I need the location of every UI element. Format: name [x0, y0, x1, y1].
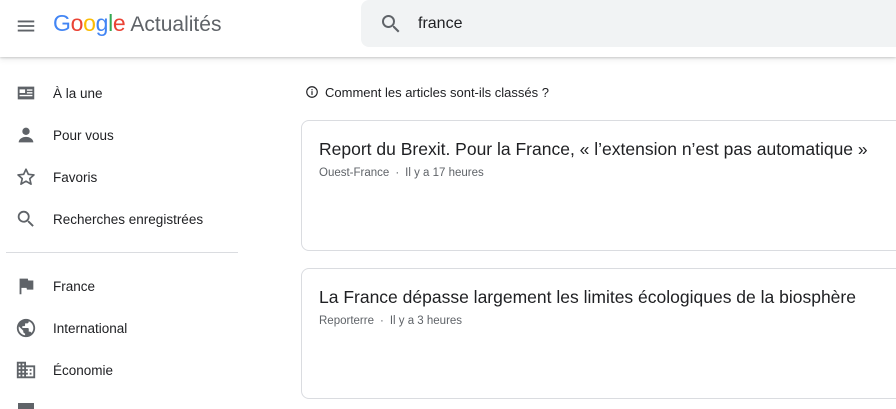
sidebar-divider [6, 252, 238, 253]
sidebar-item-economie[interactable]: Économie [0, 349, 240, 391]
ranking-info-text: Comment les articles sont-ils classés ? [325, 84, 549, 100]
logo-letter: e [112, 10, 126, 36]
article-time: Il y a 3 heures [389, 315, 463, 327]
ranking-info-link[interactable]: Comment les articles sont-ils classés ? [305, 83, 549, 101]
sidebar-item-label: À la une [53, 85, 103, 101]
article-source[interactable]: Reporterre [319, 315, 374, 327]
hamburger-menu-icon [17, 20, 35, 32]
article-title[interactable]: Report du Brexit. Pour la France, « l’ex… [319, 139, 868, 160]
meta-separator: · [379, 315, 384, 327]
sidebar-item-label: Favoris [53, 169, 98, 185]
flag-icon [14, 274, 38, 298]
star-icon [14, 165, 38, 189]
building-icon [14, 358, 38, 382]
logo-letter: o [70, 10, 84, 36]
sidebar-item-pour-vous[interactable]: Pour vous [0, 114, 240, 156]
product-name: Actualités [130, 13, 222, 36]
google-wordmark: Google [53, 10, 126, 37]
sidebar-partial-item-icon [18, 403, 34, 409]
sidebar-item-label: Recherches enregistrées [53, 211, 204, 227]
globe-icon [14, 316, 38, 340]
search-icon[interactable] [379, 12, 403, 36]
sidebar-item-france[interactable]: France [0, 265, 240, 307]
sidebar-item-label: International [53, 320, 128, 336]
article-card[interactable]: Report du Brexit. Pour la France, « l’ex… [301, 120, 896, 251]
logo-letter: G [53, 10, 71, 36]
info-icon [306, 86, 318, 98]
search-icon [14, 207, 38, 231]
sidebar-nav: À la une Pour vous Favoris Recherches en… [0, 57, 250, 409]
search-bar[interactable] [361, 0, 896, 47]
article-time: Il y a 17 heures [405, 167, 484, 179]
sidebar-item-label: France [53, 278, 96, 294]
sidebar-item-favoris[interactable]: Favoris [0, 156, 240, 198]
app-header: Google Actualités [0, 0, 896, 57]
meta-separator: · [395, 167, 400, 179]
article-meta: Reporterre · Il y a 3 heures [319, 315, 462, 327]
sidebar-item-a-la-une[interactable]: À la une [0, 72, 240, 114]
article-title[interactable]: La France dépasse largement les limites … [319, 287, 856, 308]
logo-letter: g [95, 10, 109, 36]
newspaper-icon [14, 81, 38, 105]
person-icon [14, 123, 38, 147]
logo-letter: o [83, 10, 96, 36]
google-news-logo[interactable]: Google Actualités [53, 10, 221, 40]
sidebar-item-label: Économie [53, 362, 114, 378]
main-menu-button[interactable] [8, 8, 44, 44]
article-card[interactable]: La France dépasse largement les limites … [301, 268, 896, 399]
sidebar-item-recherches-enregistrees[interactable]: Recherches enregistrées [0, 198, 240, 240]
sidebar-item-label: Pour vous [53, 127, 114, 143]
search-input[interactable] [418, 9, 878, 39]
article-source[interactable]: Ouest-France [319, 167, 389, 179]
article-meta: Ouest-France · Il y a 17 heures [319, 167, 484, 179]
sidebar-item-international[interactable]: International [0, 307, 240, 349]
